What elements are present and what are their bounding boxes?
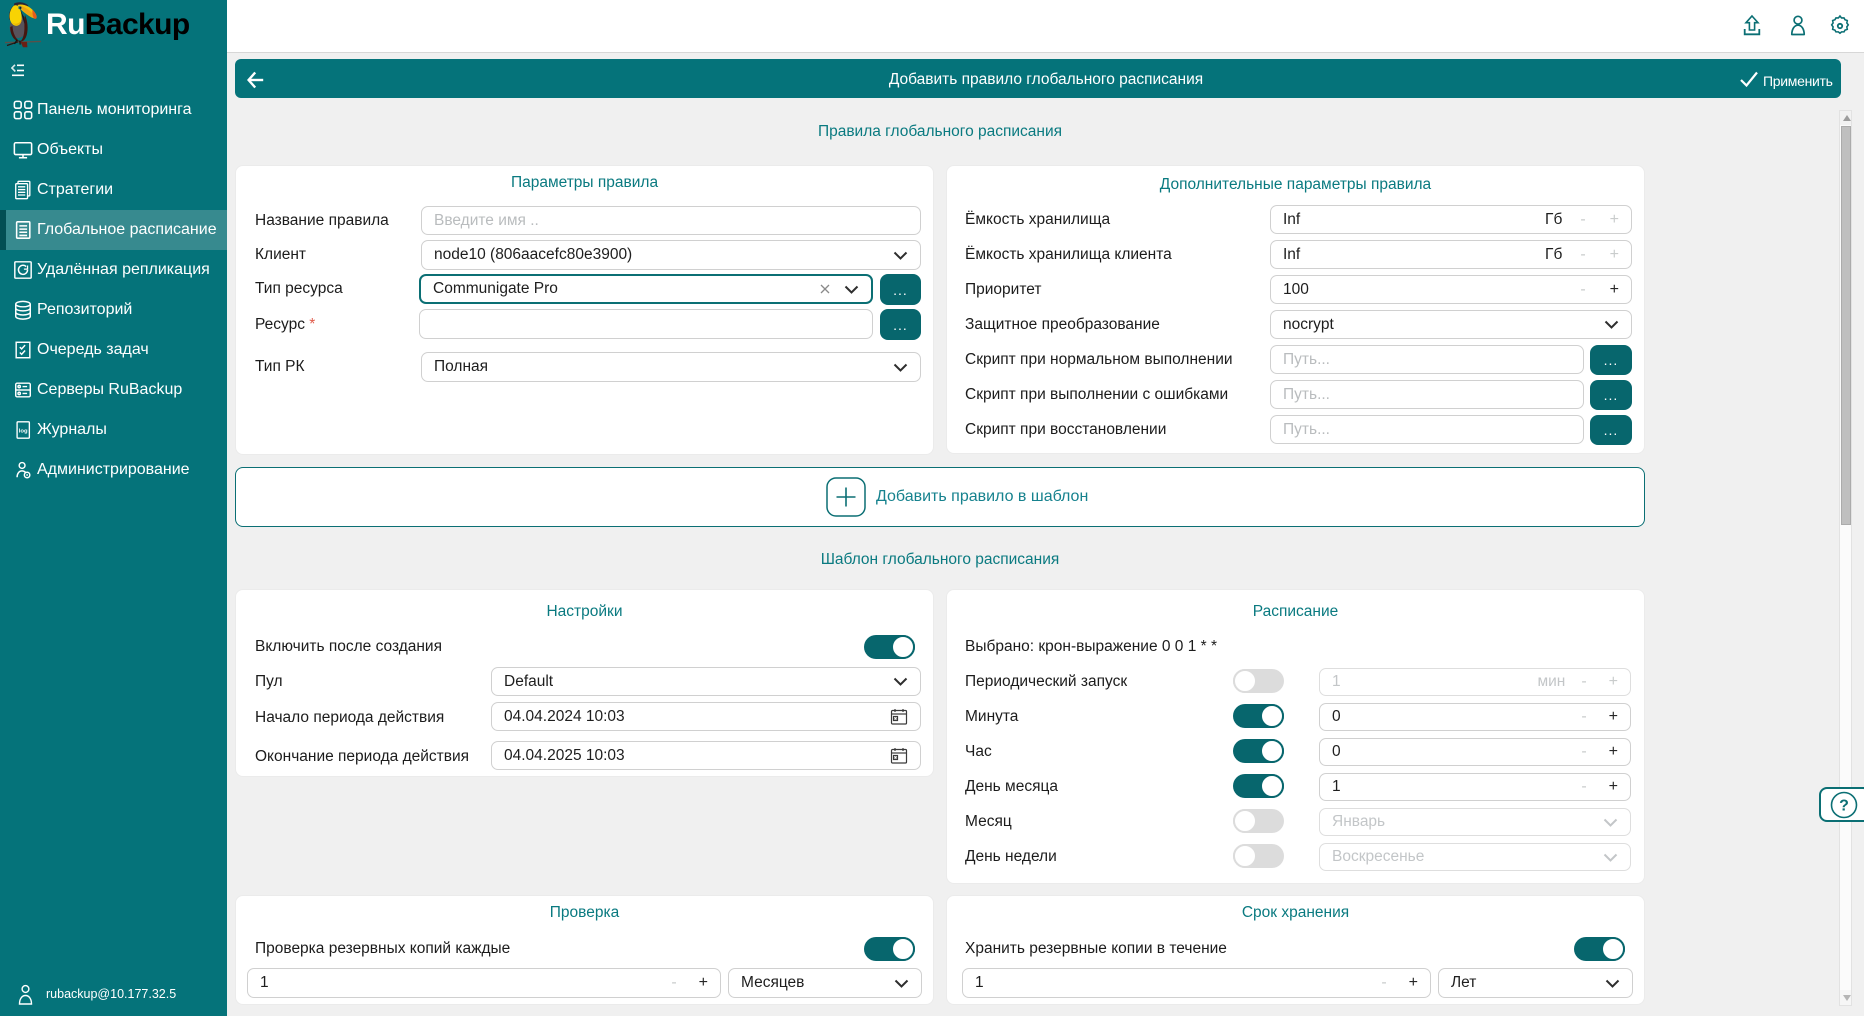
svg-text:?: ? [1839,798,1849,815]
svg-text:log: log [19,428,28,434]
